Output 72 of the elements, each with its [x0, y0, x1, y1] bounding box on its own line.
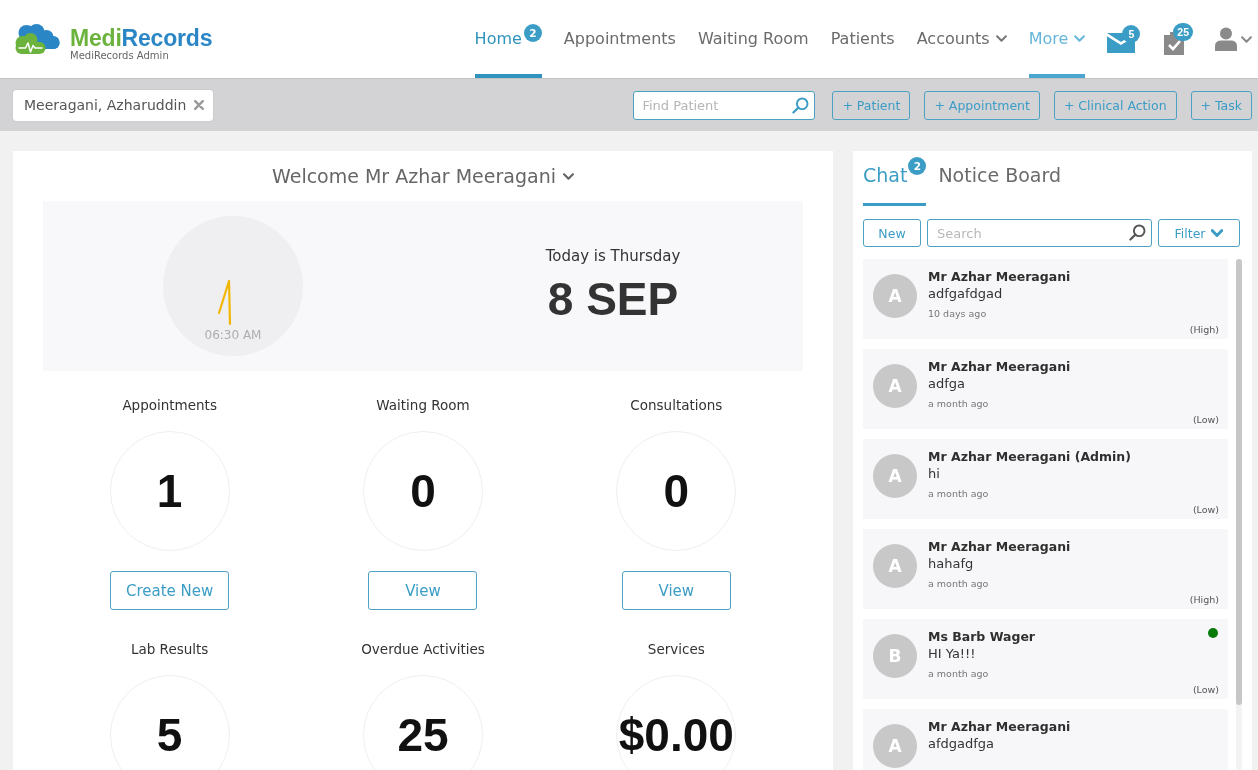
stat-label: Consultations [630, 396, 723, 415]
sender-name: Ms Barb Wager [928, 629, 1037, 645]
sender-name: Mr Azhar Meeragani [928, 719, 1072, 735]
stat-label: Services [647, 640, 705, 659]
nav-tab[interactable]: Waiting Room [697, 0, 809, 78]
chat-search-field[interactable]: Search [927, 219, 1152, 247]
new-chat-button[interactable]: New [863, 219, 921, 247]
search-icon [1129, 224, 1146, 241]
filter-button[interactable]: Filter [1158, 219, 1240, 247]
stat-action-button[interactable]: View [368, 571, 478, 610]
quick-add-button[interactable]: + Clinical Action [1053, 90, 1177, 120]
user-icon [1215, 27, 1237, 51]
message-text: HI Ya!!! [928, 645, 977, 663]
notification-badge: 5 [1122, 25, 1141, 43]
stat-action-button[interactable]: Create New [110, 571, 230, 610]
message-text: hahafg [928, 555, 975, 573]
logo-subtitle: MediRecords Admin [70, 50, 170, 62]
quick-add-button[interactable]: + Appointment [924, 90, 1040, 120]
message-time: a month ago [928, 577, 990, 591]
sender-name: Mr Azhar Meeragani [928, 269, 1072, 285]
logo-wordmark: MediRecords [70, 26, 213, 50]
message-time: 10 days ago [928, 307, 988, 321]
weekday-text: Today is Thursday [545, 246, 681, 267]
nav-tab[interactable]: Appointments [563, 0, 676, 78]
patient-tag[interactable]: Meeragani, Azharuddin [13, 89, 214, 121]
cloud-logo-icon [14, 23, 62, 55]
clock-hands-drawing [217, 279, 232, 326]
sender-name: Mr Azhar Meeragani [928, 359, 1072, 375]
priority-label: (High) [1189, 324, 1219, 336]
priority-label: (High) [1189, 594, 1219, 606]
stat-value: 0 [410, 467, 436, 515]
find-patient-field[interactable]: Find Patient [633, 90, 816, 120]
nav-tab[interactable]: Accounts [916, 0, 1007, 78]
priority-label: (Low) [1192, 684, 1219, 696]
sender-name: Mr Azhar Meeragani (Admin) [928, 449, 1132, 465]
stat-label: Lab Results [130, 640, 209, 659]
message-time: a month ago [928, 397, 990, 411]
priority-label: (Low) [1192, 414, 1219, 426]
stat-label: Appointments [122, 396, 217, 415]
message-text: adfga [928, 375, 966, 393]
quick-add-button[interactable]: + Task [1190, 90, 1252, 120]
mail-button[interactable]: 5 [1107, 25, 1141, 53]
chevron-down-icon [1211, 229, 1224, 237]
stat-value: 1 [156, 467, 183, 515]
message-text: hi [928, 465, 941, 483]
message-text: afdgadfga [928, 735, 996, 753]
notification-badge: 2 [908, 157, 927, 175]
stat-label: Waiting Room [376, 396, 470, 415]
message-text: adfgafdgad [928, 285, 1004, 303]
stat-value: 0 [663, 467, 690, 515]
panel-tab[interactable]: Notice Board [938, 151, 1061, 206]
date-text: 8 SEP [547, 272, 679, 327]
priority-label: (Low) [1192, 504, 1219, 516]
sender-name: Mr Azhar Meeragani [928, 539, 1072, 555]
welcome-menu[interactable]: Welcome Mr Azhar Meeragani [272, 165, 574, 187]
notification-badge: 2 [523, 24, 542, 42]
user-menu-button[interactable] [1215, 27, 1252, 51]
stat-action-button[interactable]: View [621, 571, 731, 610]
panel-tab[interactable]: Chat 2 [863, 151, 927, 206]
stat-value: $0.00 [618, 711, 734, 759]
close-icon[interactable] [194, 100, 205, 110]
stat-value: 5 [156, 711, 183, 759]
clock-time: 06:30 AM [203, 328, 263, 342]
tasks-button[interactable]: 25 [1162, 23, 1193, 55]
search-icon [792, 96, 810, 114]
message-time: a month ago [928, 487, 990, 501]
message-time: a month ago [928, 667, 990, 681]
stat-value: 25 [397, 711, 449, 759]
quick-add-button[interactable]: + Patient [832, 90, 911, 120]
nav-tab[interactable]: Patients [830, 0, 895, 78]
notification-badge: 25 [1173, 23, 1193, 41]
stat-label: Overdue Activities [361, 640, 485, 659]
